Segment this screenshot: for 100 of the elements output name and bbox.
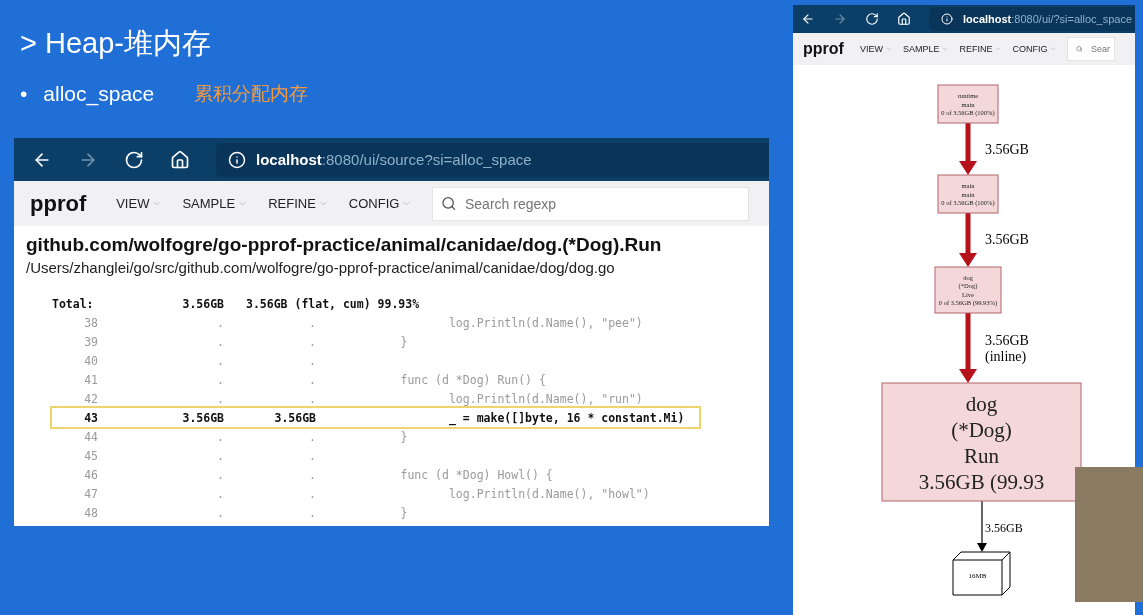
- flat-value: .: [216, 486, 224, 501]
- pprof-logo: pprof: [803, 40, 844, 58]
- code-line: func (d *Dog) Howl() {: [399, 467, 554, 482]
- edge-label: 3.56GB: [985, 142, 1029, 157]
- home-icon[interactable]: [897, 12, 911, 26]
- caret-icon: [941, 45, 950, 53]
- line-number: 43: [83, 410, 99, 425]
- cum-value: .: [308, 429, 316, 444]
- cum-value: 3.56GB: [273, 410, 316, 425]
- caret-icon: [884, 45, 893, 53]
- back-icon[interactable]: [801, 12, 815, 26]
- flat-value: 3.56GB: [181, 296, 224, 311]
- arrow: [977, 500, 987, 552]
- menu-item[interactable]: SAMPLE: [902, 44, 950, 54]
- node-label: Run: [964, 443, 999, 468]
- graph-node[interactable]: [937, 174, 999, 214]
- info-icon: [941, 13, 953, 25]
- cum-value: .: [308, 467, 316, 482]
- edge-label: (inline): [985, 349, 1027, 364]
- search-field[interactable]: Search regexp: [432, 186, 749, 221]
- graph-node[interactable]: [937, 84, 999, 124]
- forward-icon[interactable]: [833, 12, 847, 26]
- bullet-note: 累积分配内存: [194, 82, 309, 106]
- arrow: [959, 123, 977, 175]
- line-number: 38: [83, 315, 99, 330]
- cum-value: .: [308, 486, 316, 501]
- menu-item[interactable]: VIEW: [859, 44, 893, 54]
- flat-value: .: [216, 448, 224, 463]
- graph-node[interactable]: [934, 266, 1002, 314]
- menu-item[interactable]: CONFIG: [348, 196, 413, 211]
- flat-value: .: [216, 505, 224, 520]
- flat-value: .: [216, 391, 224, 406]
- menu-item[interactable]: VIEW: [116, 196, 163, 211]
- cum-value: 3.56GB (flat, cum) 99.93%: [245, 296, 421, 311]
- code-line: }: [399, 505, 409, 520]
- menu-item[interactable]: REFINE: [268, 196, 329, 211]
- edge-label: 3.56GB: [985, 333, 1029, 348]
- line-number: 48: [83, 505, 99, 520]
- bullet-text: alloc_space: [43, 82, 155, 106]
- search-field[interactable]: Sear: [1067, 37, 1115, 61]
- url-text: localhost:8080/ui/source?si=alloc_space: [256, 151, 532, 168]
- reload-icon[interactable]: [865, 12, 879, 26]
- reload-icon[interactable]: [124, 149, 144, 170]
- code-line: }: [399, 334, 409, 349]
- pprof-logo: pprof: [30, 190, 87, 217]
- search-icon: [1076, 43, 1084, 55]
- cum-value: .: [308, 505, 316, 520]
- search-icon: [441, 195, 457, 212]
- code-line: func (d *Dog) Run() {: [399, 372, 547, 387]
- line-number: 47: [83, 486, 99, 501]
- total-label: Total:: [52, 296, 95, 311]
- flat-value: .: [216, 429, 224, 444]
- flat-value: .: [216, 467, 224, 482]
- cum-value: .: [308, 315, 316, 330]
- line-number: 39: [83, 334, 99, 349]
- node-label: 3.56GB (99.93: [918, 469, 1045, 494]
- flat-value: .: [216, 315, 224, 330]
- flat-value: .: [216, 334, 224, 349]
- line-number: 45: [83, 448, 99, 463]
- cum-value: .: [308, 391, 316, 406]
- box-node: [952, 551, 1011, 596]
- info-icon: [228, 150, 246, 169]
- line-number: 44: [83, 429, 99, 444]
- code-line: _ = make([]byte, 16 * constant.Mi): [447, 410, 686, 425]
- search-input[interactable]: Search regexp: [463, 194, 748, 213]
- menu-item[interactable]: SAMPLE: [182, 196, 249, 211]
- code-line: }: [399, 429, 409, 444]
- edge-label: 3.56GB: [985, 521, 1023, 535]
- slide-title: > Heap-堆内存: [20, 26, 212, 61]
- cum-value: .: [308, 334, 316, 349]
- caret-icon: [994, 45, 1003, 53]
- function-name: github.com/wolfogre/go-pprof-practice/animal/canidae/dog.(*Dog).Run: [26, 234, 663, 256]
- line-number: 46: [83, 467, 99, 482]
- file-path: /Users/zhanglei/go/src/github.com/wolfogre/go-pprof-practice/animal/canidae/dog/dog.go: [26, 259, 616, 276]
- node-label: (*Dog): [951, 417, 1012, 442]
- flat-value: 3.56GB: [181, 410, 224, 425]
- node-label: dog: [965, 391, 998, 416]
- cum-value: .: [308, 372, 316, 387]
- graph-node[interactable]: [881, 382, 1082, 502]
- line-number: 41: [83, 372, 99, 387]
- menu-item[interactable]: CONFIG: [1012, 44, 1058, 54]
- bullet-mark: •: [20, 82, 28, 106]
- caret-icon: [1049, 45, 1058, 53]
- flat-value: .: [216, 372, 224, 387]
- flat-value: .: [216, 353, 224, 368]
- line-number: 42: [83, 391, 99, 406]
- url-field[interactable]: localhost:8080/ui/source?si=alloc_space: [216, 142, 769, 177]
- home-icon[interactable]: [170, 149, 190, 170]
- url-text: localhost:8080/ui/?si=alloc_space: [963, 13, 1133, 25]
- code-line: log.Println(d.Name(), "howl"): [447, 486, 651, 501]
- menu-item[interactable]: REFINE: [959, 44, 1003, 54]
- line-number: 40: [83, 353, 99, 368]
- code-line: log.Println(d.Name(), "run"): [447, 391, 644, 406]
- url-field[interactable]: localhost:8080/ui/?si=alloc_space: [929, 7, 1135, 31]
- search-input[interactable]: Sear: [1089, 43, 1114, 55]
- code-line: log.Println(d.Name(), "pee"): [447, 315, 644, 330]
- edge-label: 3.56GB: [985, 232, 1029, 247]
- cum-value: .: [308, 353, 316, 368]
- arrow: [959, 213, 977, 267]
- cum-value: .: [308, 448, 316, 463]
